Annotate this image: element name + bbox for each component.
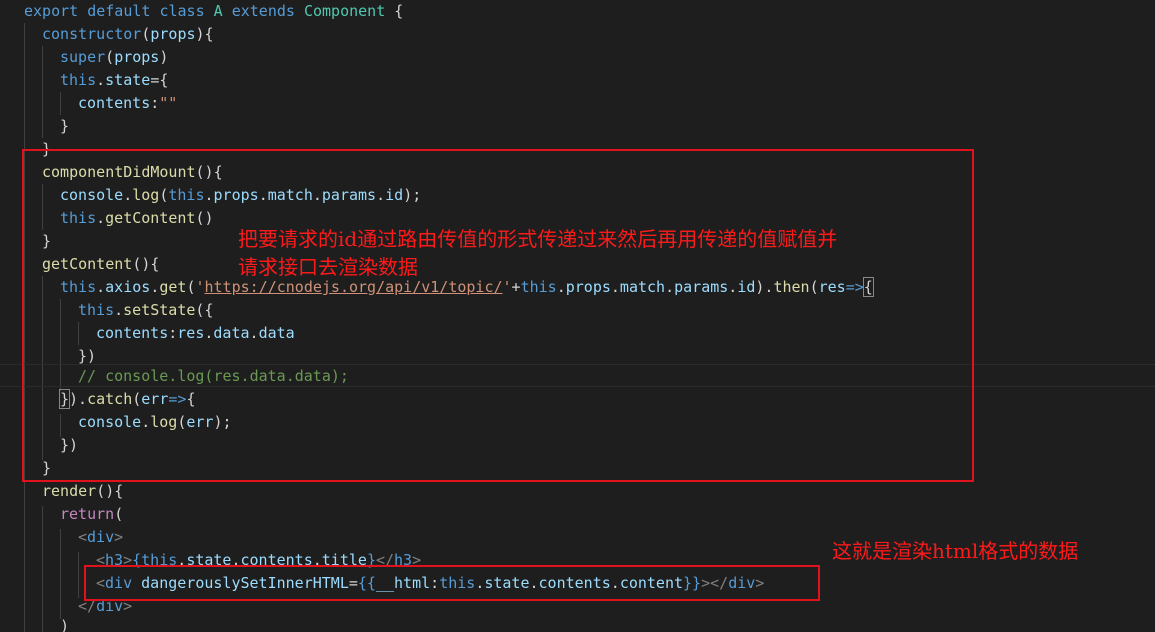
- string: "": [159, 94, 178, 112]
- annotation-note-line1: 把要请求的id通过路由传值的形式传递过来然后再用传递的值赋值并: [238, 227, 838, 251]
- annotation-box-lifecycle: [22, 149, 974, 482]
- punctuation: (: [114, 505, 124, 523]
- code-line[interactable]: contents:"": [78, 92, 177, 115]
- code-line[interactable]: constructor(props){: [42, 23, 214, 46]
- code-line[interactable]: export default class A extends Component…: [24, 0, 403, 23]
- parameter: props: [150, 25, 196, 43]
- annotation-box-inner-html: [84, 565, 820, 601]
- code-line[interactable]: <div>: [78, 526, 123, 549]
- code-line[interactable]: ): [60, 615, 69, 632]
- keyword: return: [60, 505, 115, 523]
- keyword: constructor: [42, 25, 142, 43]
- class-name: A: [213, 2, 223, 20]
- code-line[interactable]: this.state={: [60, 69, 168, 92]
- code-line[interactable]: render(){: [42, 480, 123, 503]
- keyword: super: [60, 48, 106, 66]
- punctuation: }: [60, 117, 70, 135]
- code-line[interactable]: }: [60, 115, 69, 138]
- punctuation: ): [60, 617, 70, 632]
- keyword: export default: [24, 2, 151, 20]
- tag-bracket: >: [114, 528, 124, 546]
- indent-guide: [60, 529, 61, 619]
- annotation-note-render: 这就是渲染html格式的数据: [832, 539, 1079, 563]
- punctuation: (){: [96, 482, 124, 500]
- indent-guide: [42, 46, 43, 138]
- punctuation: {: [394, 2, 404, 20]
- parameter: props: [114, 48, 160, 66]
- keyword: class: [159, 2, 205, 20]
- keyword: this: [60, 71, 97, 89]
- punctuation: ){: [195, 25, 214, 43]
- indent-guide: [42, 506, 43, 632]
- keyword: extends: [231, 2, 295, 20]
- annotation-note-line2: 请求接口去渲染数据: [238, 255, 418, 279]
- tag-name: div: [87, 528, 115, 546]
- punctuation: ): [159, 48, 169, 66]
- property: state: [105, 71, 151, 89]
- punctuation: .: [96, 71, 106, 89]
- punctuation: ={: [150, 71, 169, 89]
- code-line[interactable]: return(: [60, 503, 123, 526]
- indent-guide: [60, 92, 61, 115]
- punctuation: (: [105, 48, 115, 66]
- method-name: render: [42, 482, 97, 500]
- class-name: Component: [303, 2, 386, 20]
- code-editor[interactable]: export default class A extends Component…: [0, 0, 1155, 632]
- punctuation: :: [150, 94, 160, 112]
- property: contents: [78, 94, 151, 112]
- indent-guide: [78, 552, 79, 598]
- code-line[interactable]: super(props): [60, 46, 168, 69]
- tag-bracket: <: [78, 528, 88, 546]
